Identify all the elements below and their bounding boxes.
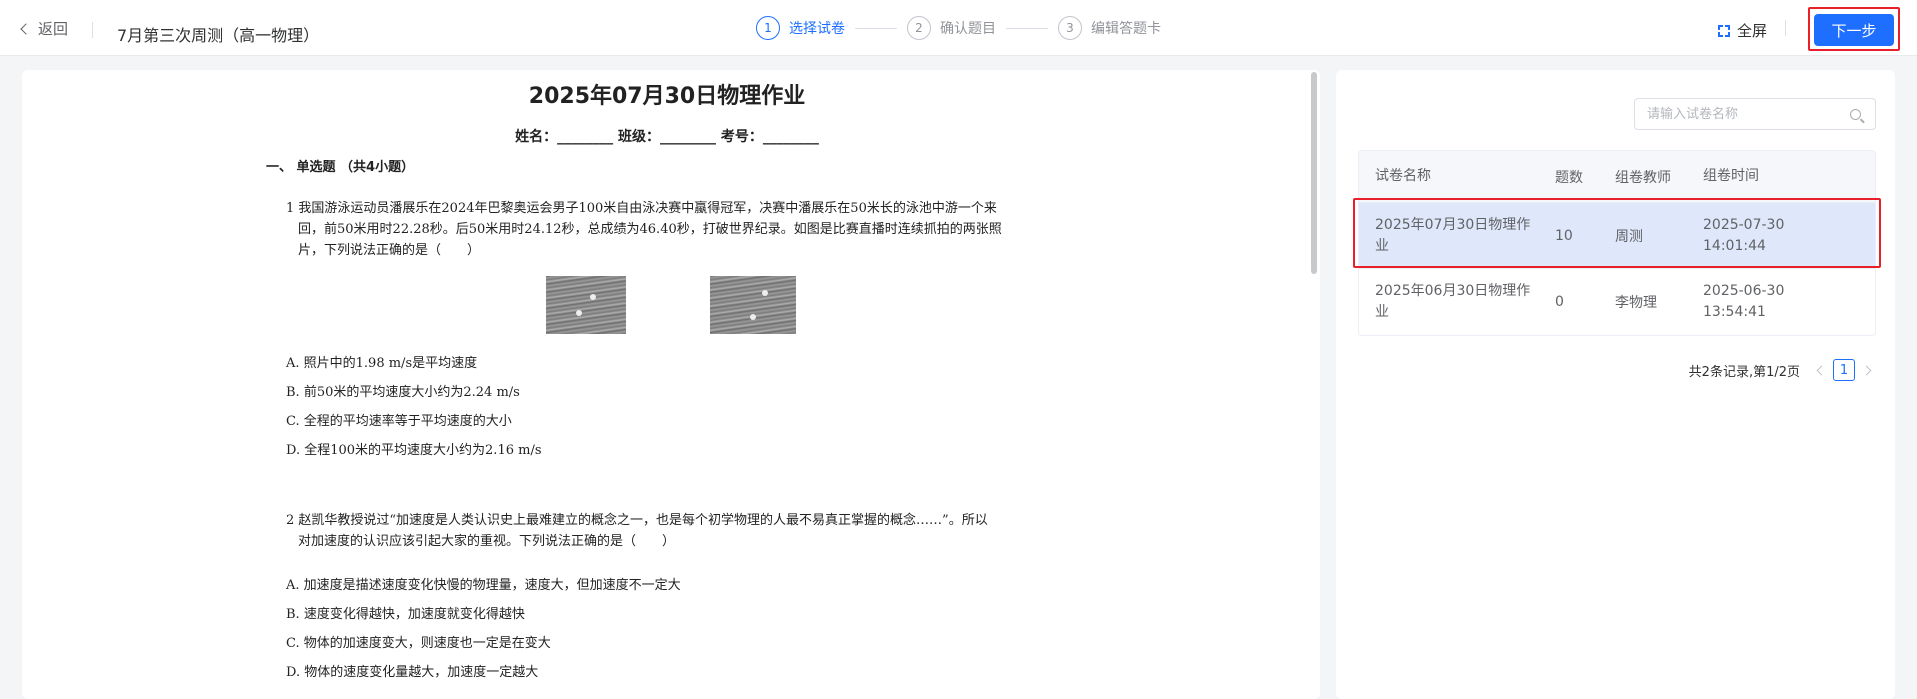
step-number: 2: [907, 16, 931, 40]
fullscreen-label: 全屏: [1737, 22, 1768, 40]
next-step-button[interactable]: 下一步: [1814, 14, 1894, 46]
option-b: B. 前50米的平均速度大小约为2.24 m/s: [286, 385, 520, 400]
paper-preview: 2025年07月30日物理作业 姓名：________ 班级：________ …: [22, 70, 1320, 699]
question-line: 片，下列说法正确的是（ ）: [298, 243, 481, 258]
question-photo: [710, 276, 796, 334]
top-header: 返回 7月第三次周测（高一物理） 1 选择试卷 2 确认题目 3 编辑答题卡 全…: [0, 0, 1917, 56]
table-header: 试卷名称 题数 组卷教师 组卷时间: [1359, 151, 1875, 203]
question-1-stem: 1 我国游泳运动员潘展乐在2024年巴黎奥运会男子100米自由泳决赛中蠃得冠军，…: [286, 198, 1066, 261]
fullscreen-button[interactable]: 全屏: [1718, 20, 1767, 41]
step-indicator: 1 选择试卷 2 确认题目 3 编辑答题卡: [756, 14, 1161, 42]
page-number-button[interactable]: 1: [1833, 359, 1855, 381]
created-time-cell: 2025-07-30 14:01:44: [1703, 216, 1785, 254]
teacher-cell: 周测: [1615, 228, 1643, 245]
question-2-stem: 2 赵凯华教授说过“加速度是人类认识史上最难建立的概念之一，也是每个初学物理的人…: [286, 510, 1066, 552]
question-photo: [546, 276, 626, 334]
option-c: C. 全程的平均速率等于平均速度的大小: [286, 414, 512, 429]
question-count-cell: 10: [1555, 227, 1573, 244]
step-select-paper[interactable]: 1 选择试卷: [756, 16, 845, 40]
created-time-cell: 2025-06-30 13:54:41: [1703, 283, 1785, 320]
step-edit-answer-sheet[interactable]: 3 编辑答题卡: [1058, 16, 1161, 40]
paper-name-cell: 2025年06月30日物理作业: [1375, 283, 1531, 320]
section-heading: 一、 单选题 （共4小题）: [266, 160, 415, 175]
step-confirm-questions[interactable]: 2 确认题目: [907, 16, 996, 40]
teacher-cell: 李物理: [1615, 295, 1657, 311]
back-button[interactable]: 返回: [20, 18, 69, 39]
paper-title: 2025年07月30日物理作业: [528, 84, 806, 109]
header-divider: [1785, 20, 1786, 36]
column-header: 组卷教师: [1615, 169, 1671, 186]
column-header: 试卷名称: [1375, 168, 1431, 184]
preview-scrollbar[interactable]: [1311, 72, 1317, 274]
paper-name-cell: 2025年07月30日物理作业: [1375, 216, 1531, 254]
step-connector: [1006, 27, 1048, 29]
student-info-line: 姓名：________ 班级：________ 考号：________: [515, 129, 819, 145]
step-connector: [855, 27, 897, 29]
pagination: 共2条记录,第1/2页 1: [1336, 358, 1878, 382]
option-b: B. 速度变化得越快，加速度就变化得越快: [286, 607, 525, 622]
exam-title: 7月第三次周测（高一物理）: [117, 26, 320, 45]
paper-table: 试卷名称 题数 组卷教师 组卷时间 2025年07月30日物理作业 10 周测 …: [1358, 150, 1876, 336]
paper-list-panel: 试卷名称 题数 组卷教师 组卷时间 2025年07月30日物理作业 10 周测 …: [1336, 70, 1895, 699]
header-divider: [92, 22, 93, 38]
column-header: 组卷时间: [1703, 168, 1759, 184]
question-line: 对加速度的认识应该引起大家的重视。下列说法正确的是（ ）: [298, 534, 676, 549]
search-box: [1634, 98, 1876, 130]
option-a: A. 加速度是描述速度变化快慢的物理量，速度大，但加速度不一定大: [286, 578, 681, 593]
prev-page-icon[interactable]: [1816, 365, 1827, 375]
step-number: 3: [1058, 16, 1082, 40]
question-line: 回，前50米用时22.28秒。后50米用时24.12秒，总成绩为46.40秒，打…: [298, 222, 1002, 237]
pagination-summary: 共2条记录,第1/2页: [1688, 364, 1800, 380]
option-d: D. 物体的速度变化量越大，加速度一定越大: [286, 665, 539, 680]
step-number: 1: [756, 16, 780, 40]
next-page-icon[interactable]: [1861, 365, 1872, 375]
step-label: 确认题目: [940, 21, 996, 37]
column-header: 题数: [1555, 169, 1583, 186]
search-input[interactable]: [1635, 99, 1835, 129]
search-icon[interactable]: [1850, 109, 1861, 120]
chevron-left-icon: [20, 23, 32, 35]
question-count-cell: 0: [1555, 294, 1564, 310]
step-label: 编辑答题卡: [1091, 21, 1161, 37]
question-line: 1 我国游泳运动员潘展乐在2024年巴黎奥运会男子100米自由泳决赛中蠃得冠军，…: [286, 201, 997, 216]
table-row[interactable]: 2025年06月30日物理作业 0 李物理 2025-06-30 13:54:41: [1359, 269, 1875, 335]
table-row[interactable]: 2025年07月30日物理作业 10 周测 2025-07-30 14:01:44: [1359, 203, 1875, 269]
option-d: D. 全程100米的平均速度大小约为2.16 m/s: [286, 443, 542, 458]
step-label: 选择试卷: [789, 21, 845, 37]
fullscreen-icon: [1718, 24, 1730, 37]
option-c: C. 物体的加速度变大，则速度也一定是在变大: [286, 636, 551, 651]
option-a: A. 照片中的1.98 m/s是平均速度: [286, 356, 478, 371]
question-line: 2 赵凯华教授说过“加速度是人类认识史上最难建立的概念之一，也是每个初学物理的人…: [286, 513, 988, 528]
back-label: 返回: [38, 20, 69, 38]
